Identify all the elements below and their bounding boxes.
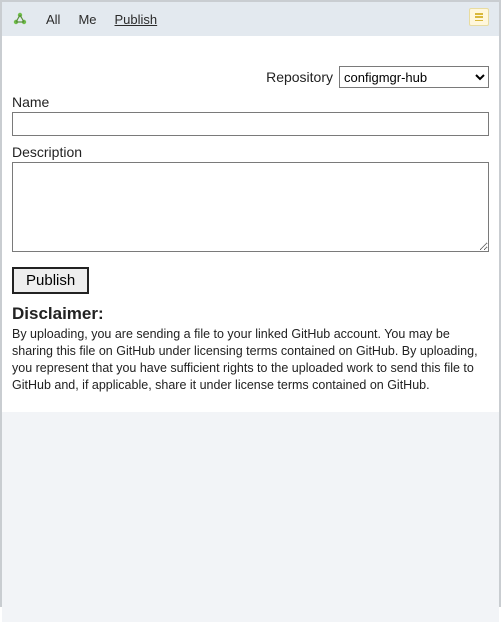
publish-form: Repository configmgr-hub Name Descriptio… (2, 36, 499, 412)
tab-publish[interactable]: Publish (115, 12, 158, 27)
repository-select[interactable]: configmgr-hub (339, 66, 489, 88)
tab-all[interactable]: All (46, 12, 60, 27)
top-toolbar: All Me Publish (2, 2, 499, 36)
tab-me[interactable]: Me (78, 12, 96, 27)
community-hub-icon (12, 11, 28, 27)
description-label: Description (12, 144, 489, 160)
menu-button[interactable] (469, 8, 489, 26)
hamburger-icon (475, 13, 483, 21)
disclaimer-text: By uploading, you are sending a file to … (12, 326, 489, 394)
name-label: Name (12, 94, 489, 110)
name-input[interactable] (12, 112, 489, 136)
publish-button[interactable]: Publish (12, 267, 89, 294)
disclaimer-heading: Disclaimer: (12, 304, 489, 324)
repository-label: Repository (266, 69, 333, 85)
empty-lower-panel (2, 412, 499, 622)
description-textarea[interactable] (12, 162, 489, 252)
